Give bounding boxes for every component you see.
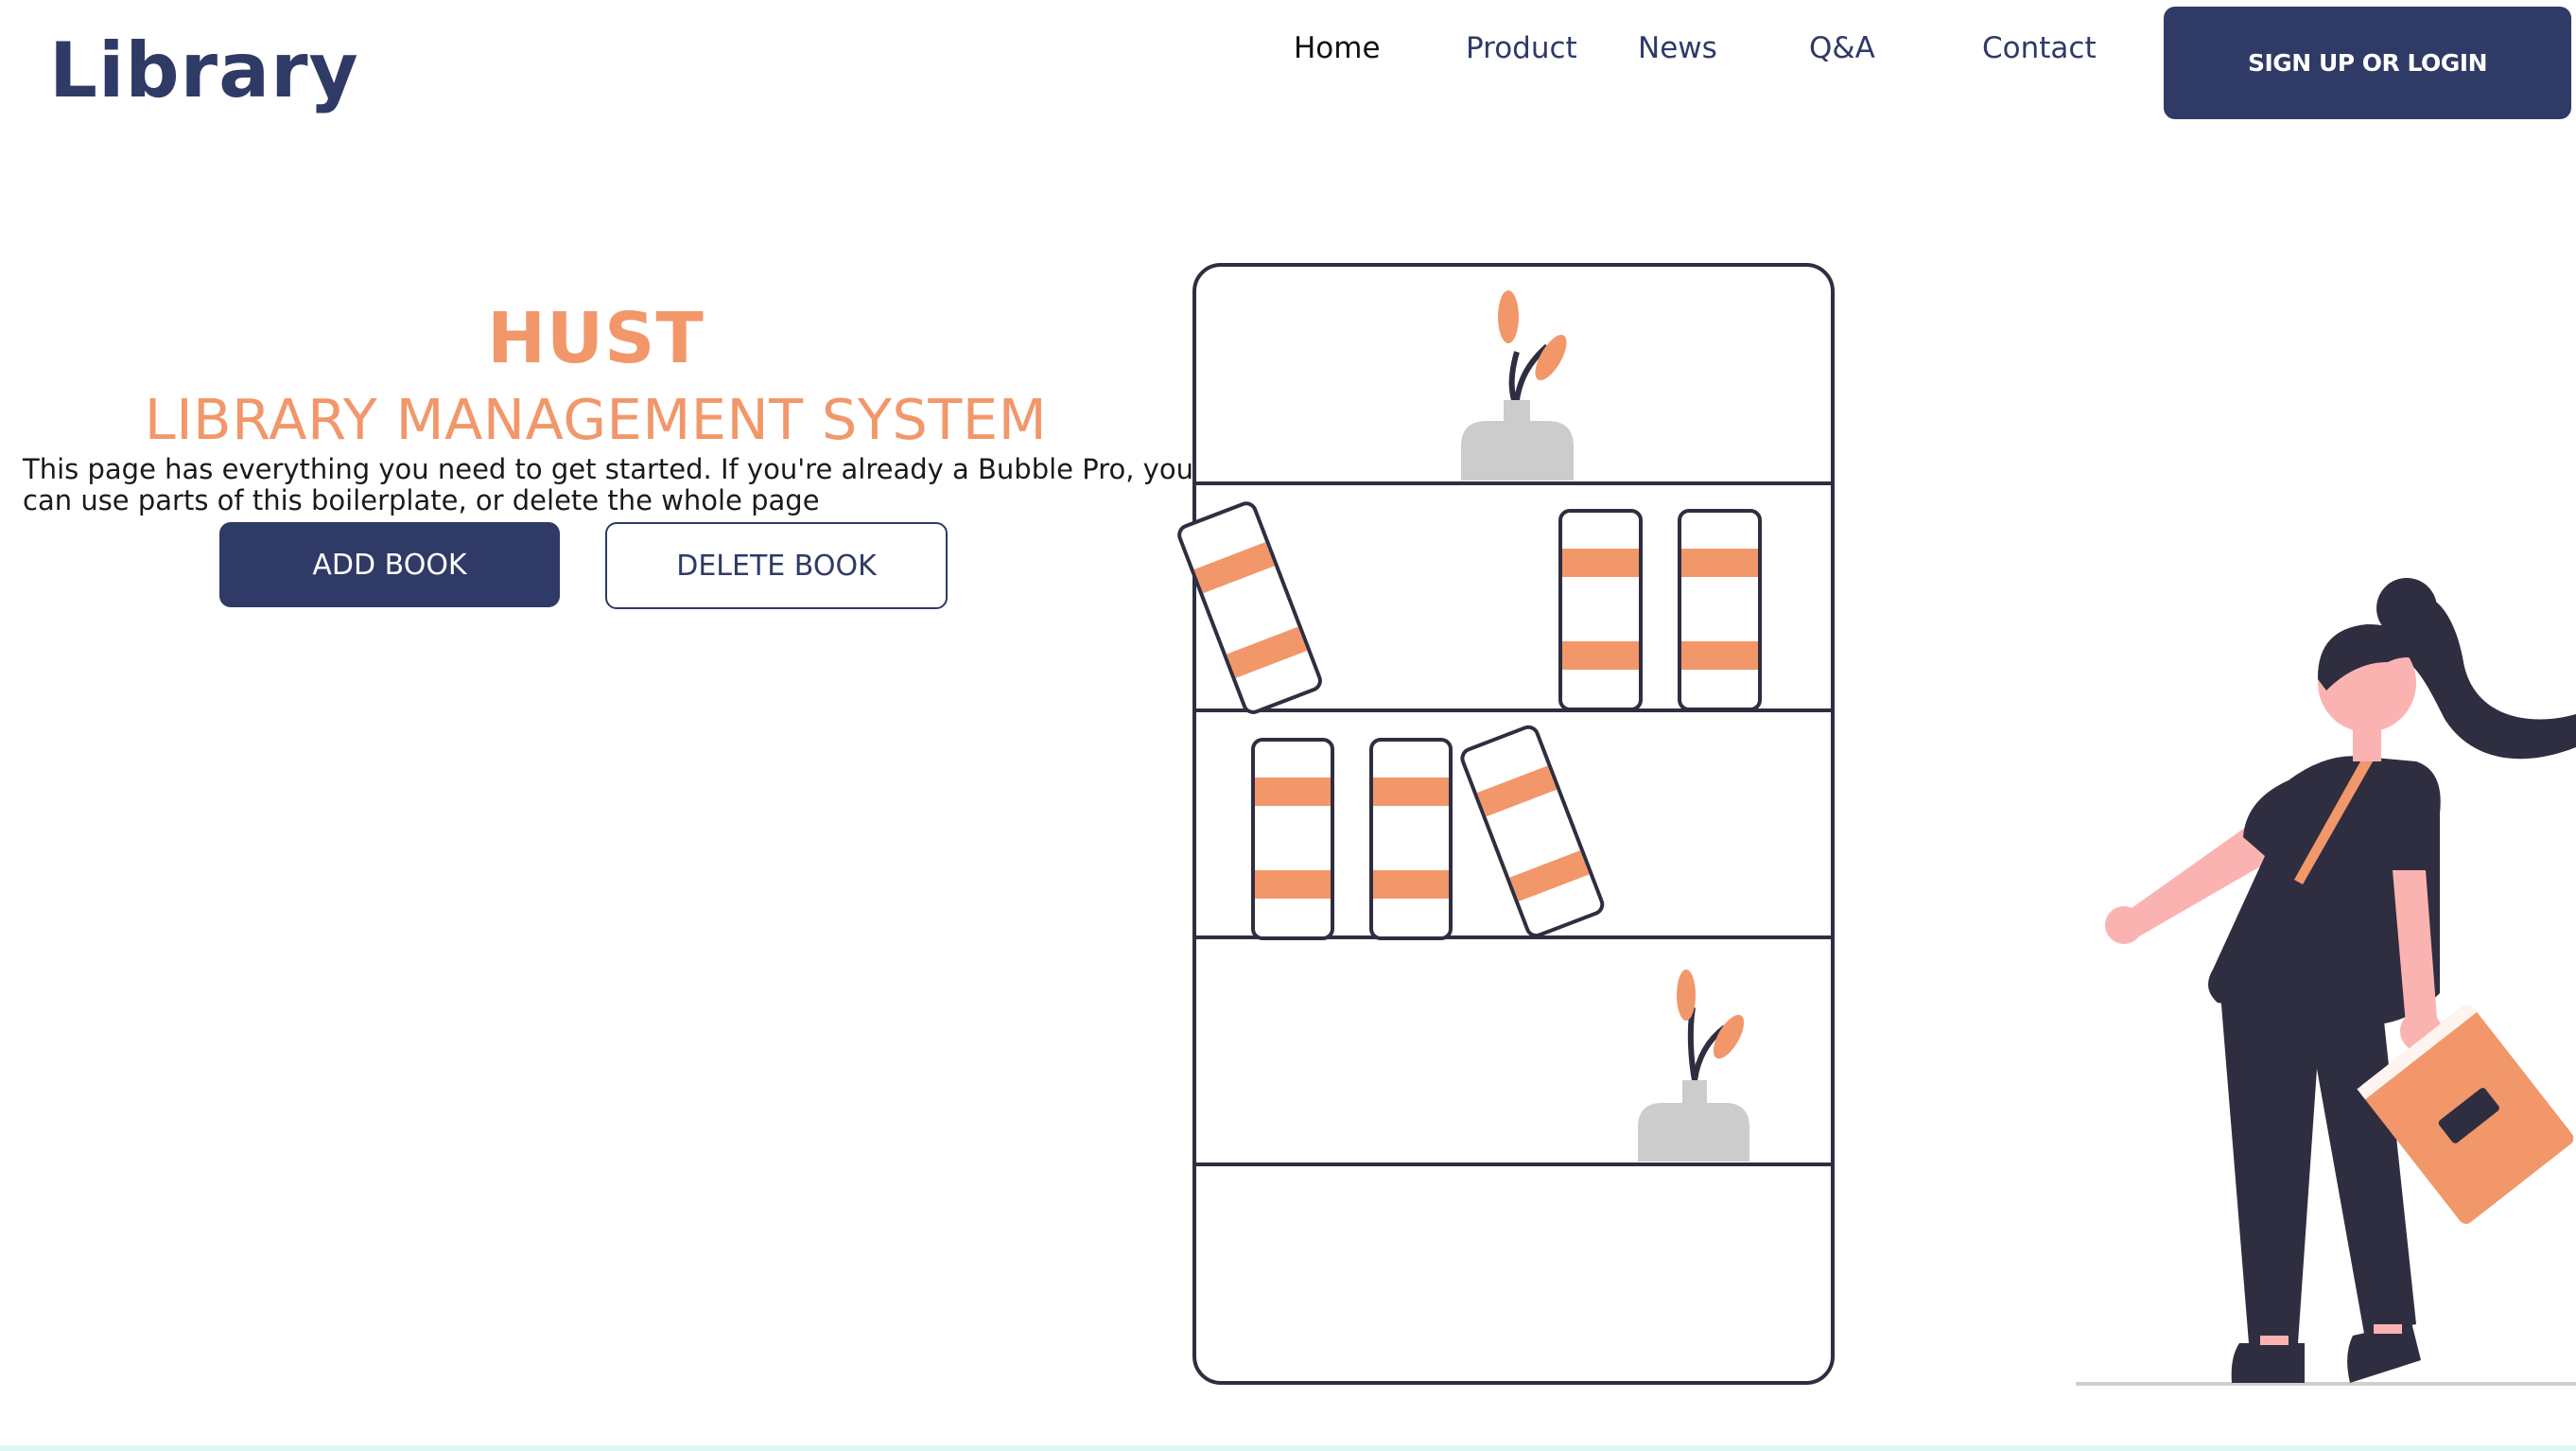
page: Library Home Product News Q&A Contact SI… — [0, 0, 2576, 1451]
hero-title: HUST — [487, 298, 705, 379]
book-icon — [1460, 725, 1605, 938]
vase-plant-icon — [1638, 970, 1749, 1162]
hero-subtitle: LIBRARY MANAGEMENT SYSTEM — [144, 387, 1048, 452]
nav-qa[interactable]: Q&A — [1809, 26, 1875, 70]
book-icon — [1177, 501, 1322, 714]
bookshelf-illustration — [1192, 263, 1835, 1385]
bottom-bar — [0, 1445, 2576, 1451]
hero-description: This page has everything you need to get… — [23, 453, 1193, 516]
bookshelf-frame — [1192, 263, 1835, 1385]
nav-home[interactable]: Home — [1294, 26, 1381, 70]
delete-book-button[interactable]: DELETE BOOK — [605, 522, 948, 609]
book-icon — [1369, 738, 1453, 940]
illustration-canvas — [1177, 263, 2576, 1386]
vase-plant-icon — [1461, 290, 1574, 481]
signup-login-button[interactable]: SIGN UP OR LOGIN — [2164, 7, 2571, 119]
woman-with-book-illustration — [2076, 578, 2576, 1386]
book-icon — [1558, 509, 1643, 711]
add-book-button[interactable]: ADD BOOK — [219, 522, 560, 607]
nav-news[interactable]: News — [1638, 26, 1717, 70]
nav-product[interactable]: Product — [1466, 26, 1577, 70]
book-icon — [1251, 738, 1334, 940]
logo[interactable]: Library — [49, 19, 359, 123]
nav-contact[interactable]: Contact — [1982, 26, 2097, 70]
book-icon — [1678, 509, 1762, 711]
